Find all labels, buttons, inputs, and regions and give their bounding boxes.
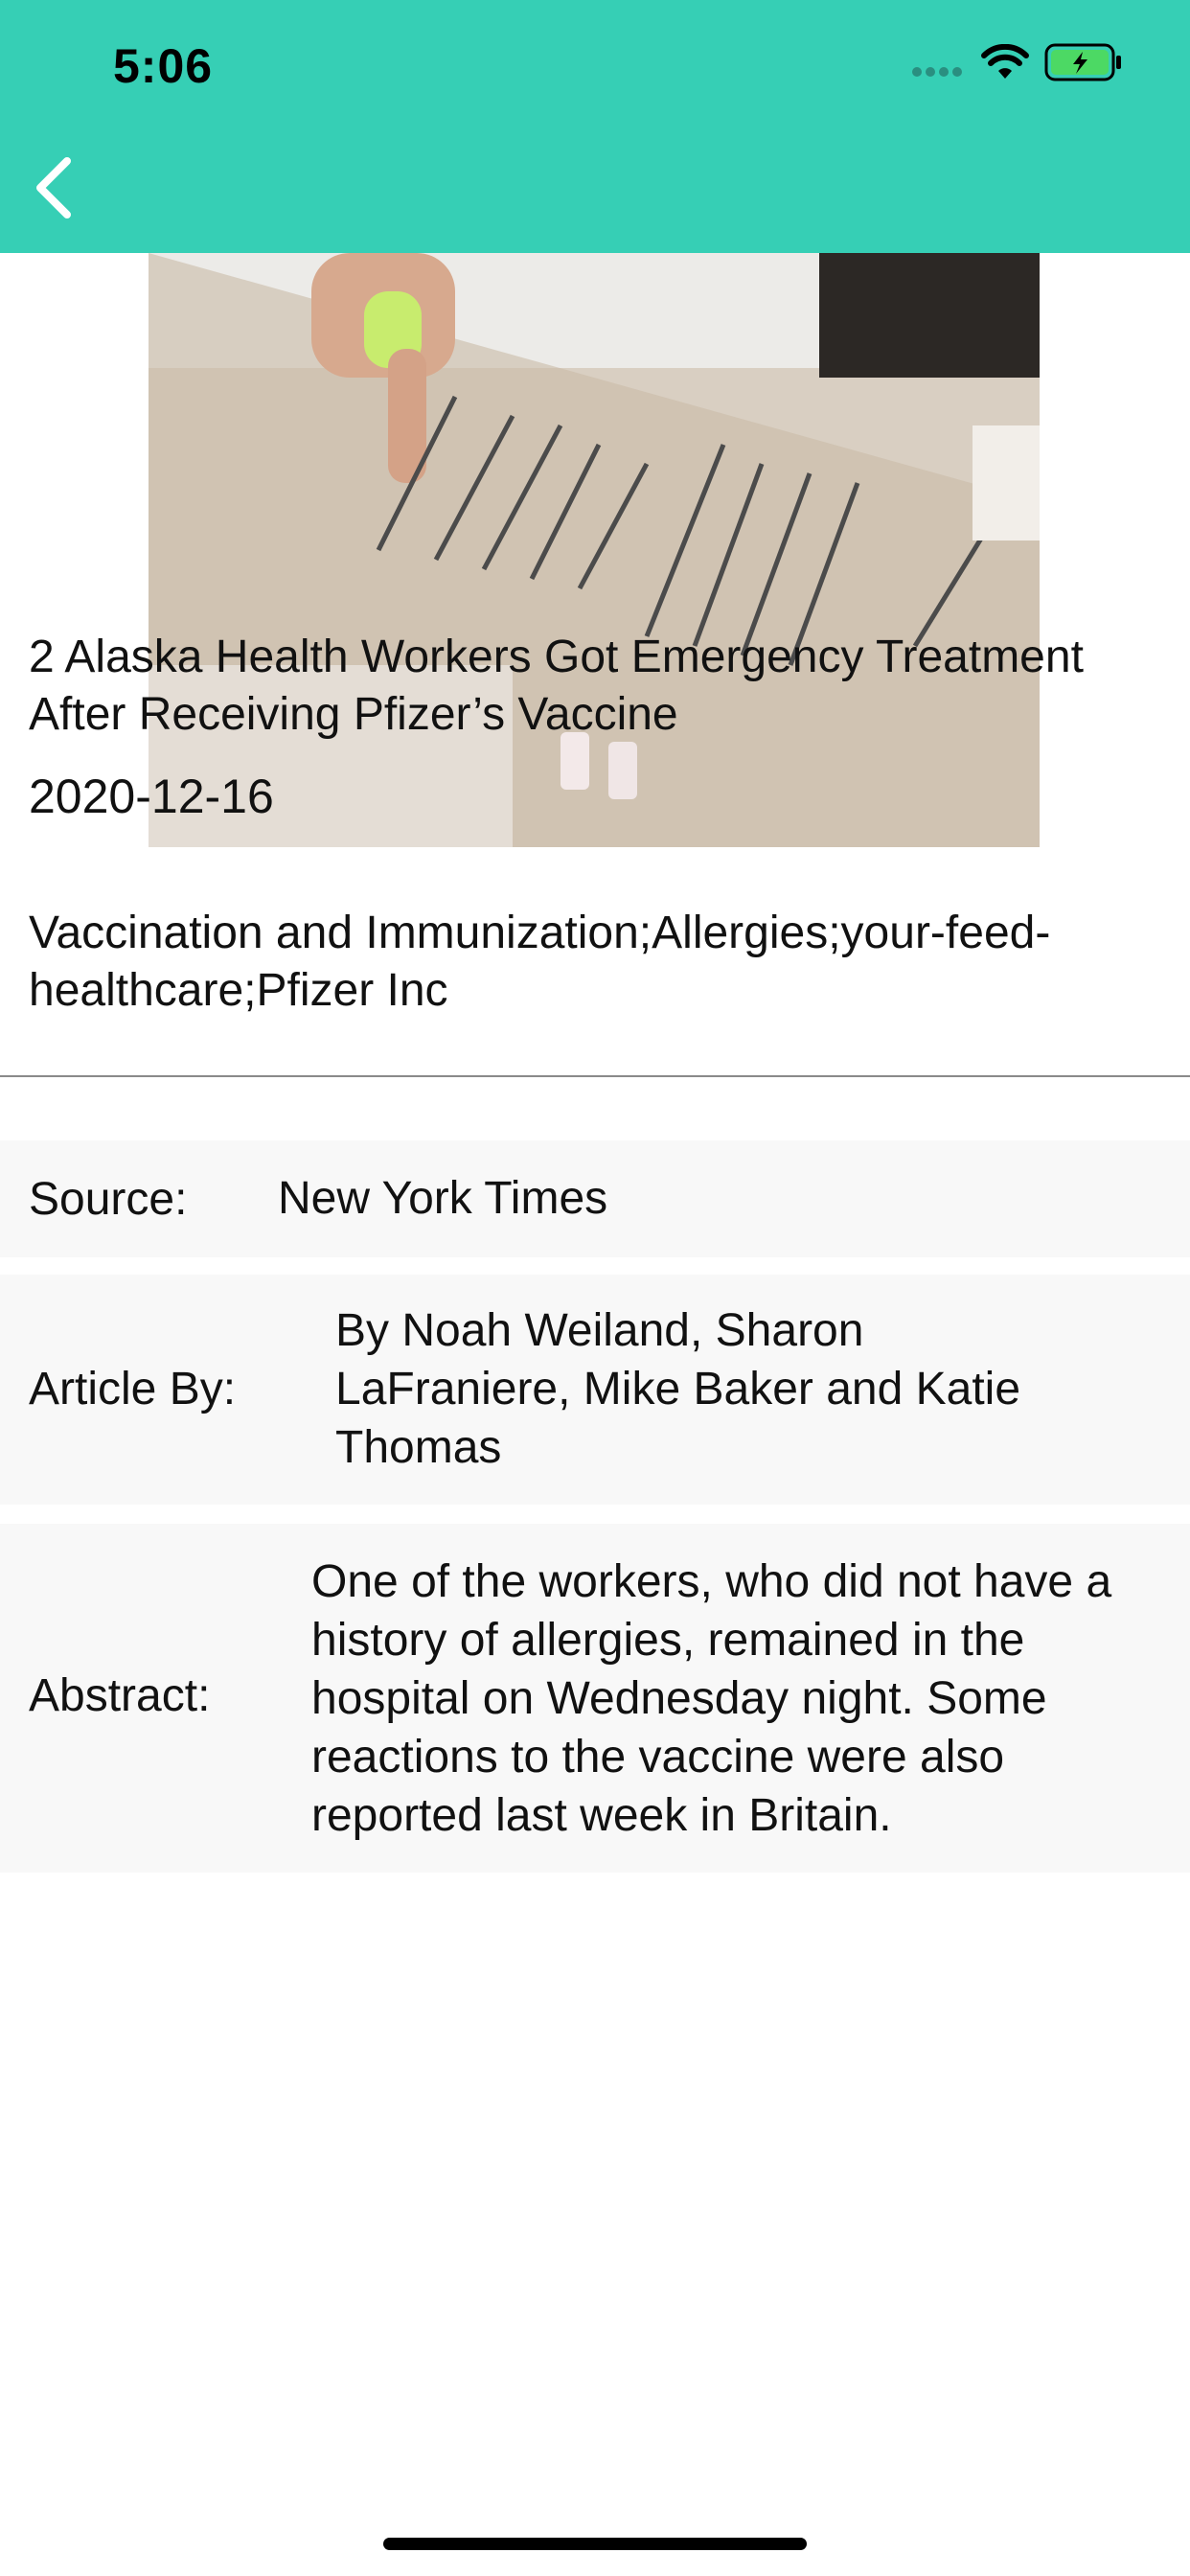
article-date: 2020-12-16: [29, 770, 274, 823]
article-hero-image: [149, 253, 1040, 847]
abstract-value: One of the workers, who did not have a h…: [311, 1556, 1112, 1841]
source-value: New York Times: [278, 1173, 608, 1224]
wifi-icon: [981, 44, 1029, 79]
abstract-row: Abstract: One of the workers, who did no…: [0, 1524, 1190, 1873]
back-arrow-icon[interactable]: [27, 153, 84, 222]
source-row: Source: New York Times: [0, 1140, 1190, 1257]
syringes-photo: [149, 253, 1040, 847]
battery-charging-icon: [1044, 43, 1121, 81]
nav-header: 5:06: [0, 0, 1190, 253]
byline-value: By Noah Weiland, Sharon LaFraniere, Mike…: [335, 1305, 1021, 1473]
article-title: 2 Alaska Health Workers Got Emergency Tr…: [29, 632, 1084, 740]
home-indicator[interactable]: [383, 2538, 807, 2550]
status-time: 5:06: [113, 39, 214, 93]
cellular-signal-icon: [912, 67, 966, 77]
source-label: Source:: [29, 1174, 188, 1225]
byline-row: Article By: By Noah Weiland, Sharon LaFr…: [0, 1275, 1190, 1505]
abstract-label: Abstract:: [29, 1670, 211, 1721]
status-icons: [912, 42, 1133, 84]
section-divider: [0, 1075, 1190, 1077]
byline-label: Article By:: [29, 1364, 237, 1414]
article-tags: Vaccination and Immunization;Allergies;y…: [29, 908, 1051, 1016]
